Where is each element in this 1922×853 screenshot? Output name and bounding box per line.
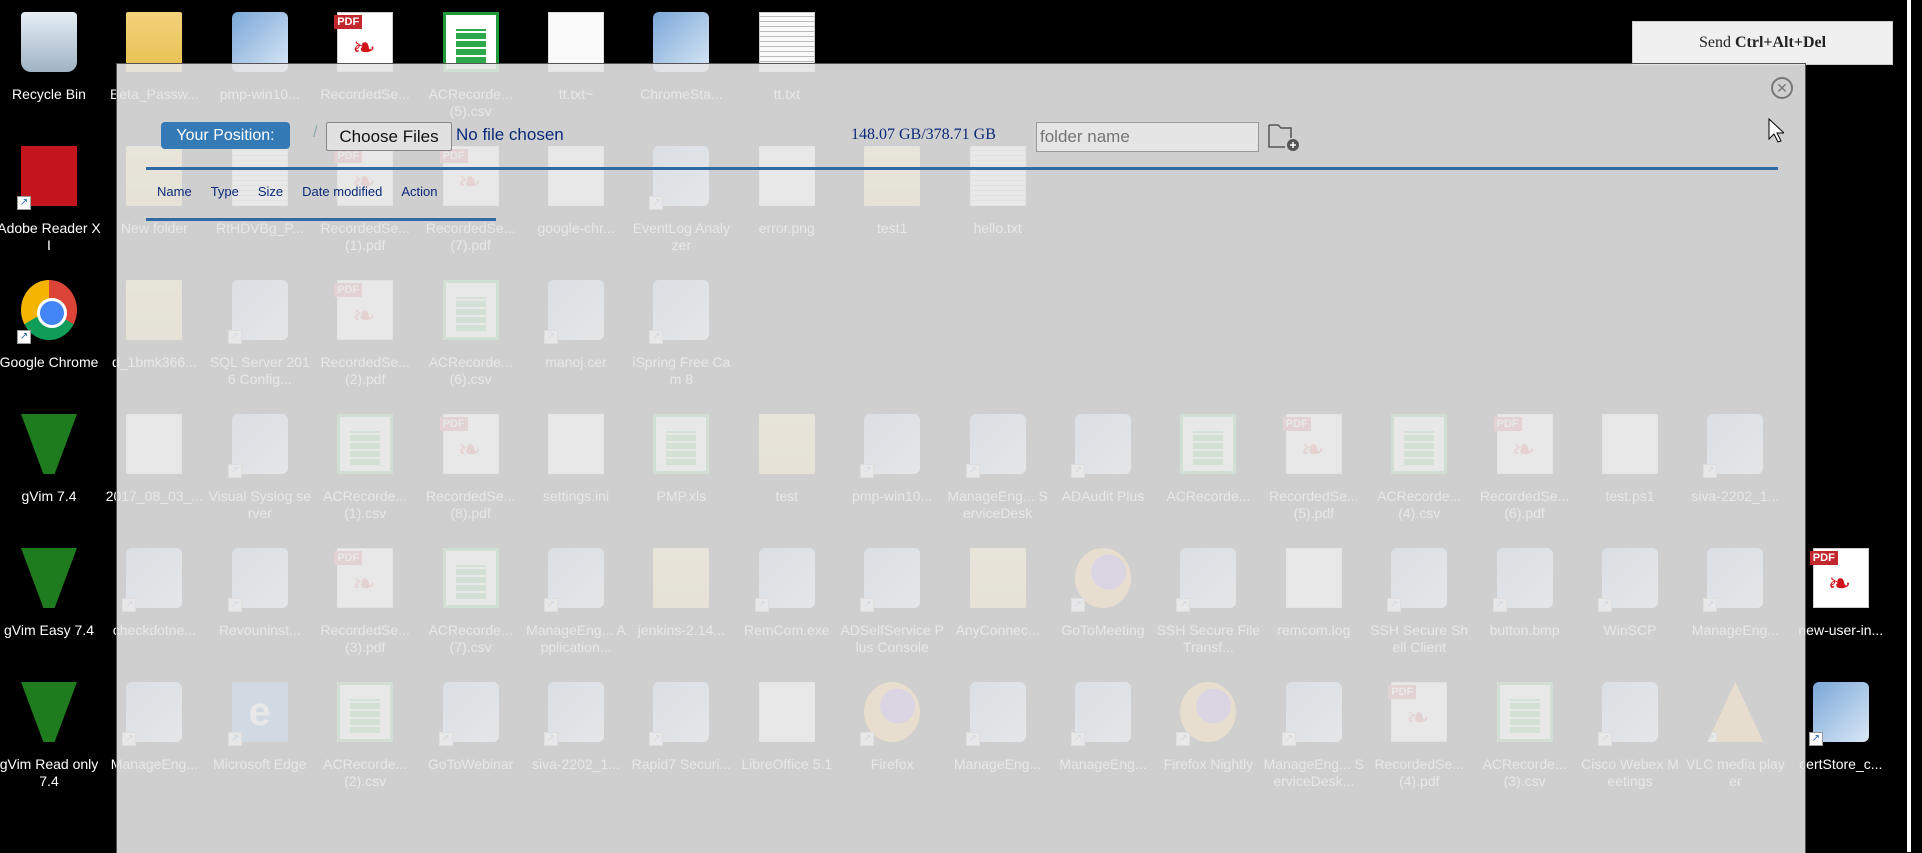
column-size[interactable]: Size — [258, 184, 283, 199]
your-position-button[interactable]: Your Position: — [161, 122, 290, 149]
pdf-icon — [1809, 548, 1869, 608]
folder-name-input[interactable] — [1036, 122, 1259, 152]
storage-usage: 148.07 GB/378.71 GB — [851, 126, 996, 143]
shortcut-arrow-icon: ↗ — [17, 330, 31, 344]
header-divider — [146, 218, 496, 221]
column-name[interactable]: Name — [157, 184, 192, 199]
column-type[interactable]: Type — [211, 184, 239, 199]
desktop-icon[interactable]: ↗ Adobe Reader XI — [0, 146, 101, 254]
chrome-icon: ↗ — [17, 280, 77, 344]
breadcrumb-root[interactable]: / — [313, 124, 317, 142]
divider — [146, 167, 1778, 170]
vim-icon: ↗ — [21, 548, 77, 608]
shortcut-arrow-icon: ↗ — [21, 732, 31, 742]
send-ctrl-alt-del-button[interactable]: Send Ctrl+Alt+Del — [1632, 21, 1893, 65]
desktop-icon-label: gVim Read only 7.4 — [0, 756, 99, 789]
desktop-icon-label: gVim Easy 7.4 — [3, 622, 94, 638]
vim-icon: ↗ — [21, 414, 77, 474]
shortcut-arrow-icon: ↗ — [21, 598, 31, 608]
app-icon: ↗ — [1808, 682, 1869, 746]
shortcut-arrow-icon: ↗ — [17, 196, 31, 210]
column-headers: Name Type Size Date modified Action — [157, 184, 438, 199]
desktop-icon[interactable]: Recycle Bin — [0, 12, 101, 103]
window-edge — [1907, 0, 1911, 852]
desktop-icon[interactable]: ↗ gVim Read only 7.4 — [0, 682, 101, 790]
shortcut-arrow-icon: ↗ — [1808, 732, 1823, 746]
recycle-icon — [21, 12, 77, 72]
file-manager-dialog: ✕ Your Position: / Choose Files No file … — [116, 63, 1806, 853]
vim-icon: ↗ — [21, 682, 77, 742]
desktop-icon-label: gVim 7.4 — [21, 488, 77, 504]
desktop-icon-label: Google Chrome — [0, 354, 99, 370]
choose-files-button[interactable]: Choose Files — [326, 122, 452, 151]
desktop-icon[interactable]: ↗ Google Chrome — [0, 280, 101, 371]
desktop-icon[interactable]: ↗ gVim 7.4 — [0, 414, 101, 505]
desktop-icon[interactable]: ↗ gVim Easy 7.4 — [0, 548, 101, 639]
reader-icon: ↗ — [17, 146, 77, 210]
desktop-icon-label: Recycle Bin — [12, 86, 86, 102]
close-icon[interactable]: ✕ — [1771, 77, 1793, 99]
mouse-cursor-icon — [1768, 118, 1784, 143]
folder-plus-icon[interactable] — [1267, 122, 1301, 152]
column-action: Action — [401, 184, 438, 199]
desktop-icon-label: Adobe Reader XI — [0, 220, 101, 253]
file-status: No file chosen — [456, 125, 564, 144]
column-date-modified[interactable]: Date modified — [302, 184, 382, 199]
shortcut-arrow-icon: ↗ — [21, 464, 31, 474]
